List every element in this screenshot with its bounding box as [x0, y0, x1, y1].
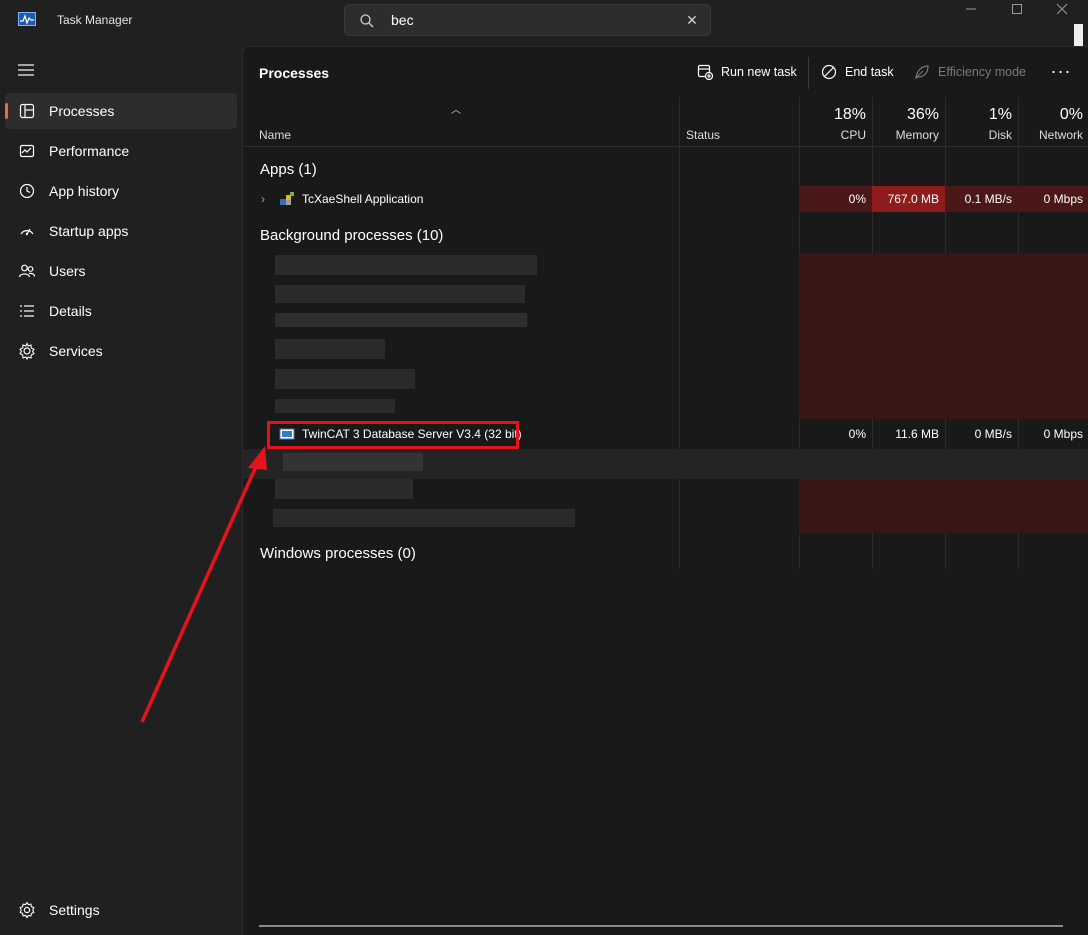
- annotation-arrow: [140, 446, 267, 723]
- arrow-head: [248, 446, 267, 470]
